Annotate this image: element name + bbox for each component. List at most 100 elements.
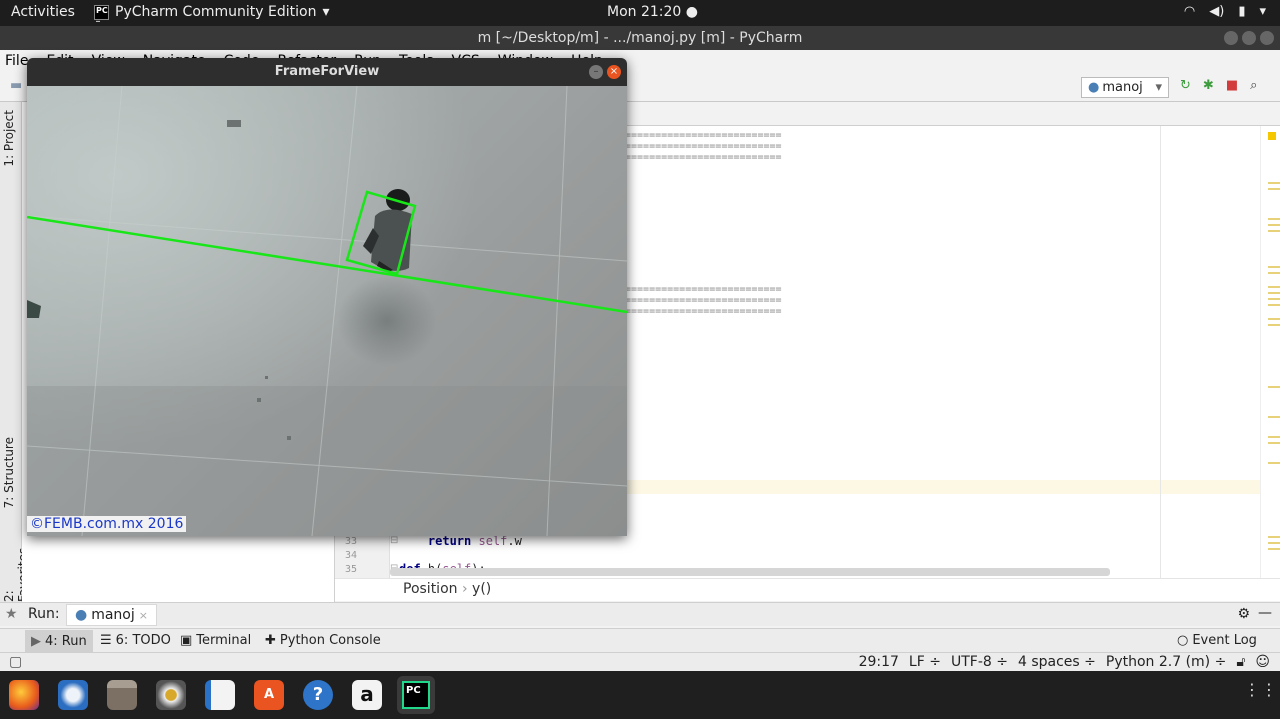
run-label: Run: <box>28 606 60 622</box>
tab-project[interactable]: 1: Project <box>2 110 16 167</box>
stop-icon[interactable]: ■ <box>1226 78 1238 93</box>
window-controls <box>1224 31 1274 45</box>
tab-run-label: 4: Run <box>45 633 87 649</box>
chevron-down-icon: ▾ <box>1259 4 1266 19</box>
comment-separator: ========================== ==============… <box>625 130 782 163</box>
right-margin-guide <box>1160 126 1161 578</box>
show-applications-icon[interactable]: ⋮⋮⋮ <box>1244 682 1280 706</box>
firefox-icon[interactable] <box>9 680 39 710</box>
inspector-icon[interactable]: ☺︎ <box>1255 654 1270 670</box>
run-tool-header: ★ Run: ● manoj × ⚙ — <box>0 602 1280 626</box>
bottom-tool-tabs: ▶ 4: Run ☰ 6: TODO ▣ Terminal ✚ Python C… <box>0 628 1280 652</box>
python-console-icon: ✚ <box>265 633 276 648</box>
lock-icon[interactable]: 🔓︎ <box>1236 654 1245 670</box>
self-keyword: self <box>478 534 508 548</box>
breadcrumb: Position › y() <box>335 578 1280 601</box>
app-menu-button[interactable]: PC _ PyCharm Community Edition ▾ <box>94 4 330 22</box>
toolbar-actions: ↻ ✱ ■ ⌕ <box>1180 78 1257 93</box>
tab-event-log-label: Event Log <box>1192 633 1257 648</box>
file-encoding[interactable]: UTF-8 ÷ <box>951 654 1008 670</box>
chevron-down-icon: ▾ <box>1155 80 1162 95</box>
tab-terminal-label: Terminal <box>196 633 252 648</box>
frame-window[interactable]: FrameForView – × ©FEMB.com.mx 2016 <box>27 58 627 536</box>
close-icon[interactable]: × <box>139 609 148 622</box>
code-line: return self.w <box>399 534 522 548</box>
tab-event-log[interactable]: ○ Event Log <box>1177 633 1257 648</box>
help-icon[interactable]: ? <box>303 680 333 710</box>
pycharm-icon: PC _ <box>94 4 109 22</box>
files-icon[interactable] <box>107 680 137 710</box>
video-frame-image <box>27 86 627 536</box>
close-button[interactable]: × <box>607 65 621 79</box>
software-center-icon[interactable]: A <box>254 680 284 710</box>
hide-panel-icon[interactable]: — <box>1258 605 1272 621</box>
activities-button[interactable]: Activities <box>11 4 75 20</box>
python-icon: ● <box>75 607 88 623</box>
clock-text: Mon 21:20 <box>607 4 682 20</box>
left-tool-strip: 1: Project 7: Structure 2: Favorites <box>0 102 30 602</box>
comment-separator: ========================== ==============… <box>625 284 782 317</box>
watermark-text: ©FEMB.com.mx 2016 <box>27 516 187 532</box>
video-frame: ©FEMB.com.mx 2016 <box>27 86 627 536</box>
thunderbird-icon[interactable] <box>58 680 88 710</box>
run-config-select[interactable]: ● manoj ▾ <box>1081 77 1169 98</box>
folder-icon[interactable]: ▬ <box>10 78 22 93</box>
line-number: 33 <box>345 536 358 547</box>
star-icon: ★ <box>5 606 18 622</box>
frame-window-title: FrameForView <box>274 64 380 79</box>
tab-python-console-label: Python Console <box>279 633 381 648</box>
minimize-button[interactable]: – <box>589 65 603 79</box>
menu-file[interactable]: File <box>5 53 28 69</box>
line-separator[interactable]: LF ÷ <box>909 654 941 670</box>
volume-icon: ◀) <box>1209 4 1225 19</box>
maximize-button[interactable] <box>1242 31 1256 45</box>
chevron-down-icon: ▾ <box>322 4 330 20</box>
indent-setting[interactable]: 4 spaces ÷ <box>1018 654 1096 670</box>
run-tab-label: manoj <box>91 607 135 623</box>
breadcrumb-class[interactable]: Position <box>403 581 458 597</box>
run-config-label: manoj <box>1102 80 1143 95</box>
clock[interactable]: Mon 21:20 ● <box>607 4 698 20</box>
tab-todo-label: 6: TODO <box>115 633 171 648</box>
writer-icon[interactable] <box>205 680 235 710</box>
tab-todo[interactable]: ☰ 6: TODO <box>100 633 171 648</box>
terminal-icon: ▣ <box>180 633 193 648</box>
window-title: m [~/Desktop/m] - .../manoj.py [m] - PyC… <box>477 30 803 46</box>
python-icon: ● <box>1088 80 1100 95</box>
system-tray[interactable]: ◠ ◀) ▮ ▾ <box>1184 4 1266 19</box>
debug-icon[interactable]: ✱ <box>1203 78 1214 93</box>
breadcrumb-method[interactable]: y() <box>472 581 491 597</box>
tab-terminal[interactable]: ▣ Terminal <box>180 633 251 648</box>
frame-window-controls: – × <box>589 65 621 79</box>
run-tab-manoj[interactable]: ● manoj × <box>66 604 157 626</box>
amazon-icon[interactable]: a <box>352 680 382 710</box>
battery-icon: ▮ <box>1238 4 1246 19</box>
event-log-icon: ○ <box>1177 633 1189 648</box>
rhythmbox-icon[interactable] <box>156 680 186 710</box>
wifi-icon: ◠ <box>1183 4 1196 19</box>
search-icon[interactable]: ⌕ <box>1250 78 1257 93</box>
list-icon: ☰ <box>100 633 112 648</box>
minimize-button[interactable] <box>1224 31 1238 45</box>
caret-position[interactable]: 29:17 <box>859 654 899 670</box>
horizontal-scrollbar[interactable] <box>390 568 1110 576</box>
error-stripe[interactable] <box>1260 126 1280 578</box>
system-top-bar: Activities PC _ PyCharm Community Edition… <box>0 0 1280 26</box>
interpreter[interactable]: Python 2.7 (m) ÷ <box>1106 654 1226 670</box>
gear-icon[interactable]: ⚙ <box>1237 606 1250 622</box>
play-icon: ▶ <box>31 633 41 649</box>
tab-python-console[interactable]: ✚ Python Console <box>265 633 381 648</box>
tab-run[interactable]: ▶ 4: Run <box>25 630 93 652</box>
fold-icon[interactable]: ⊟ <box>390 535 398 546</box>
tab-structure[interactable]: 7: Structure <box>2 437 16 508</box>
pycharm-dock-icon[interactable]: PC <box>397 676 435 714</box>
window-title-bar: m [~/Desktop/m] - .../manoj.py [m] - PyC… <box>0 26 1280 50</box>
breadcrumb-separator: › <box>461 581 473 597</box>
return-keyword: return <box>399 534 479 548</box>
dock: A ? a PC ⋮⋮⋮ <box>0 671 1280 719</box>
close-button[interactable] <box>1260 31 1274 45</box>
rerun-icon[interactable]: ↻ <box>1180 78 1191 93</box>
status-bar: ▢ 29:17 LF ÷ UTF-8 ÷ 4 spaces ÷ Python 2… <box>0 652 1280 671</box>
toggle-tool-windows-icon[interactable]: ▢ <box>9 654 22 670</box>
app-name: PyCharm Community Edition <box>115 4 317 20</box>
